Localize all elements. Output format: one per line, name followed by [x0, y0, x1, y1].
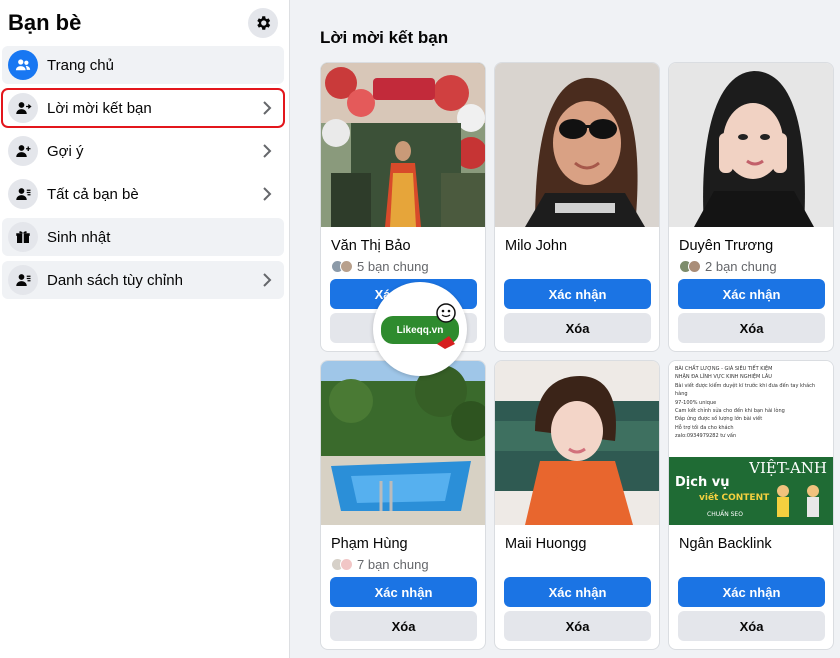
friend-name[interactable]: Milo John: [505, 238, 567, 254]
profile-photo[interactable]: [495, 361, 659, 525]
profile-photo-image: [495, 63, 659, 227]
person-arrow-icon: [8, 93, 38, 123]
heart-icon: [437, 336, 455, 349]
sidebar-item-label: Tất cả bạn bè: [47, 185, 139, 203]
ad-line: 97-100% unique: [675, 399, 717, 406]
friend-request-card[interactable]: Milo John Xác nhận Xóa: [494, 62, 660, 352]
sidebar-item-suggestions[interactable]: Gợi ý: [2, 132, 284, 170]
chevron-right-icon: [263, 101, 272, 115]
confirm-button[interactable]: Xác nhận: [504, 577, 651, 607]
ad-image: BÀI CHẤT LƯỢNG - GIÁ SIÊU TIẾT KIỆM NHẬN…: [669, 361, 833, 525]
ad-line: Đáp ứng được số lượng lớn bài viết: [675, 416, 763, 423]
ad-line: zalo:0934979282 tư vấn: [675, 433, 737, 440]
mutual-friends[interactable]: 2 bạn chung: [679, 259, 777, 274]
profile-photo-image: [321, 63, 485, 227]
page-title: Bạn bè: [8, 10, 82, 35]
ad-service-2: viết CONTENT: [699, 493, 770, 503]
delete-button[interactable]: Xóa: [504, 611, 651, 641]
ad-headline: VIỆT-ANH: [749, 459, 827, 477]
friend-request-card[interactable]: Phạm Hùng 7 bạn chung Xác nhận Xóa: [320, 360, 486, 650]
ad-line: Cam kết chỉnh sửa cho đến khi bạn hài lò…: [675, 408, 785, 415]
confirm-button[interactable]: Xác nhận: [504, 279, 651, 309]
sidebar: Bạn bè Trang chủ Lời mời kết bạn Gợi ý T…: [0, 0, 290, 658]
person-list-icon: [8, 265, 38, 295]
profile-photo[interactable]: [495, 63, 659, 227]
mutual-avatars: [331, 260, 353, 273]
sidebar-item-all-friends[interactable]: Tất cả bạn bè: [2, 175, 284, 213]
confirm-button[interactable]: Xác nhận: [678, 577, 825, 607]
friend-request-card[interactable]: Duyên Trương 2 bạn chung Xác nhận Xóa: [668, 62, 834, 352]
mutual-friends[interactable]: 5 bạn chung: [331, 259, 429, 274]
sidebar-item-label: Gợi ý: [47, 142, 84, 160]
sidebar-header: Bạn bè: [8, 8, 278, 38]
sidebar-item-friend-requests[interactable]: Lời mời kết bạn: [1, 88, 285, 128]
delete-button[interactable]: Xóa: [330, 611, 477, 641]
friend-name[interactable]: Maii Huongg: [505, 536, 586, 552]
friends-icon: [8, 50, 38, 80]
profile-photo[interactable]: [669, 63, 833, 227]
sidebar-item-label: Lời mời kết bạn: [47, 99, 152, 117]
mutual-avatars: [331, 558, 353, 571]
chevron-right-icon: [263, 273, 272, 287]
mutual-friends-count: 5 bạn chung: [357, 259, 429, 274]
gear-icon: [257, 16, 271, 30]
sidebar-item-label: Danh sách tùy chỉnh: [47, 271, 183, 289]
confirm-button[interactable]: Xác nhận: [678, 279, 825, 309]
mutual-friends-count: 7 bạn chung: [357, 557, 429, 572]
mutual-friends-count: 2 bạn chung: [705, 259, 777, 274]
mutual-avatars: [679, 260, 701, 273]
ad-line: NHẬN ĐA LĨNH VỰC KINH NGHIỆM LÂU: [675, 374, 772, 381]
mutual-friends[interactable]: 7 bạn chung: [331, 557, 429, 572]
sidebar-item-birthdays[interactable]: Sinh nhật: [2, 218, 284, 256]
people-illustration: [777, 485, 819, 517]
smiley-icon: [436, 303, 456, 323]
sidebar-item-custom-lists[interactable]: Danh sách tùy chỉnh: [2, 261, 284, 299]
ad-service: Dịch vụ: [675, 475, 730, 490]
profile-photo-image: [669, 63, 833, 227]
ad-line: Bài viết được kiểm duyệt kĩ trước khi đư…: [675, 382, 816, 398]
profile-photo-image: [495, 361, 659, 525]
friend-name[interactable]: Văn Thị Bảo: [331, 238, 411, 254]
delete-button[interactable]: Xóa: [678, 611, 825, 641]
settings-button[interactable]: [248, 8, 278, 38]
delete-button[interactable]: Xóa: [504, 313, 651, 343]
profile-photo[interactable]: BÀI CHẤT LƯỢNG - GIÁ SIÊU TIẾT KIỆM NHẬN…: [669, 361, 833, 525]
gift-icon: [8, 222, 38, 252]
sidebar-item-label: Trang chủ: [47, 56, 114, 74]
friend-request-card[interactable]: Maii Huongg Xác nhận Xóa: [494, 360, 660, 650]
friend-name[interactable]: Phạm Hùng: [331, 536, 408, 552]
chevron-right-icon: [263, 187, 272, 201]
confirm-button[interactable]: Xác nhận: [330, 577, 477, 607]
profile-photo-image: [321, 361, 485, 525]
profile-photo[interactable]: [321, 63, 485, 227]
sidebar-nav: Trang chủ Lời mời kết bạn Gợi ý Tất cả b…: [1, 46, 285, 304]
sidebar-item-home[interactable]: Trang chủ: [2, 46, 284, 84]
chevron-right-icon: [263, 144, 272, 158]
sidebar-item-label: Sinh nhật: [47, 228, 111, 246]
profile-photo[interactable]: [321, 361, 485, 525]
ad-line: Hỗ trợ tối đa cho khách: [675, 424, 734, 431]
person-list-icon: [8, 179, 38, 209]
delete-button[interactable]: Xóa: [678, 313, 825, 343]
section-title: Lời mời kết bạn: [320, 28, 449, 47]
friend-request-card[interactable]: BÀI CHẤT LƯỢNG - GIÁ SIÊU TIẾT KIỆM NHẬN…: [668, 360, 834, 650]
person-plus-icon: [8, 136, 38, 166]
friend-name[interactable]: Duyên Trương: [679, 238, 773, 254]
friend-name[interactable]: Ngân Backlink: [679, 536, 772, 552]
ad-line: BÀI CHẤT LƯỢNG - GIÁ SIÊU TIẾT KIỆM: [675, 366, 773, 372]
watermark-logo: Likeqq.vn: [373, 282, 467, 376]
ad-tag: CHUẨN SEO: [707, 511, 743, 518]
